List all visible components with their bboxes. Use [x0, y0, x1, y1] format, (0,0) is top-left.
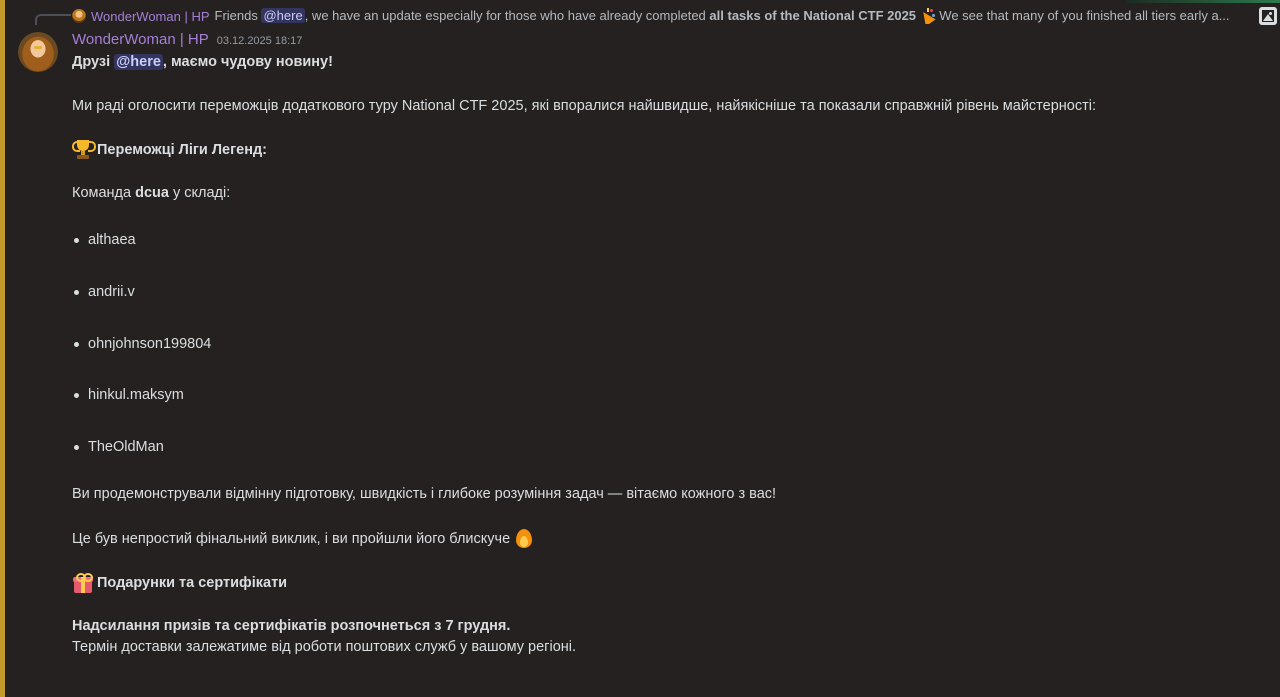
timestamp[interactable]: 03.12.2025 18:17 [217, 35, 303, 47]
reply-text-bold: all tasks of the National CTF 2025 [709, 7, 917, 23]
reply-preview[interactable]: WonderWoman | HP Friends @here, we have … [72, 5, 1277, 27]
reply-text-middle: , we have an update especially for those… [304, 7, 706, 23]
list-item: hinkul.maksym [72, 385, 184, 405]
list-item: TheOldMan [72, 437, 164, 457]
team-suffix: у складі: [172, 185, 231, 201]
greeting: Друзі @here, маємо чудову новину! [72, 52, 333, 72]
greeting-mention[interactable]: @here [114, 54, 163, 70]
reply-author[interactable]: WonderWoman | HP [91, 9, 210, 24]
discord-page: WonderWoman | HP Friends @here, we have … [0, 0, 1280, 697]
list-item: althaea [72, 230, 136, 250]
fire-icon [513, 528, 535, 550]
praise-text: Ви продемонстрували відмінну підготовку,… [72, 486, 777, 502]
avatar[interactable] [18, 32, 58, 72]
top-accent [1125, 0, 1280, 3]
reply-connector [35, 14, 71, 25]
challenge-text: Це був непростий фінальний виклик, і ви … [72, 531, 511, 547]
party-popper-icon [918, 8, 936, 25]
reply-avatar[interactable] [72, 9, 86, 23]
shipping-note: Термін доставки залежатиме від роботи по… [72, 639, 577, 655]
shipping-bold: Надсилання призів та сертифікатів розпоч… [72, 618, 511, 634]
team-name: dcua [135, 185, 169, 201]
team-line: Команда dcua у складі: [72, 183, 230, 203]
challenge-line: Це був непростий фінальний виклик, і ви … [72, 528, 535, 550]
reply-text[interactable]: Friends @here, we have an update especia… [214, 7, 1255, 25]
reply-mention[interactable]: @here [261, 7, 305, 23]
message-header: WonderWoman | HP 03.12.2025 18:17 [72, 31, 302, 48]
image-icon[interactable] [1259, 7, 1277, 25]
gifts-heading: Подарунки та сертифікати [72, 572, 287, 594]
list-item: andrii.v [72, 282, 135, 302]
winners-heading-text: Переможці Ліги Легенд: [97, 142, 267, 158]
greeting-after: , маємо чудову новину! [162, 54, 333, 70]
reply-text-after: We see that many of you finished all tie… [939, 7, 1230, 23]
winners-heading: Переможці Ліги Легенд: [72, 139, 267, 161]
team-prefix: Команда [72, 185, 132, 201]
author-name[interactable]: WonderWoman | HP [72, 31, 209, 48]
gift-icon [72, 572, 94, 594]
greeting-before: Друзі [72, 54, 111, 70]
trophy-icon [72, 139, 96, 161]
list-item: ohnjohnson199804 [72, 334, 211, 354]
message: WonderWoman | HP Friends @here, we have … [5, 0, 1280, 697]
gifts-heading-text: Подарунки та сертифікати [97, 575, 288, 591]
intro-text: Ми раді оголосити переможців додаткового… [72, 98, 1096, 114]
reply-text-before: Friends [214, 7, 258, 23]
